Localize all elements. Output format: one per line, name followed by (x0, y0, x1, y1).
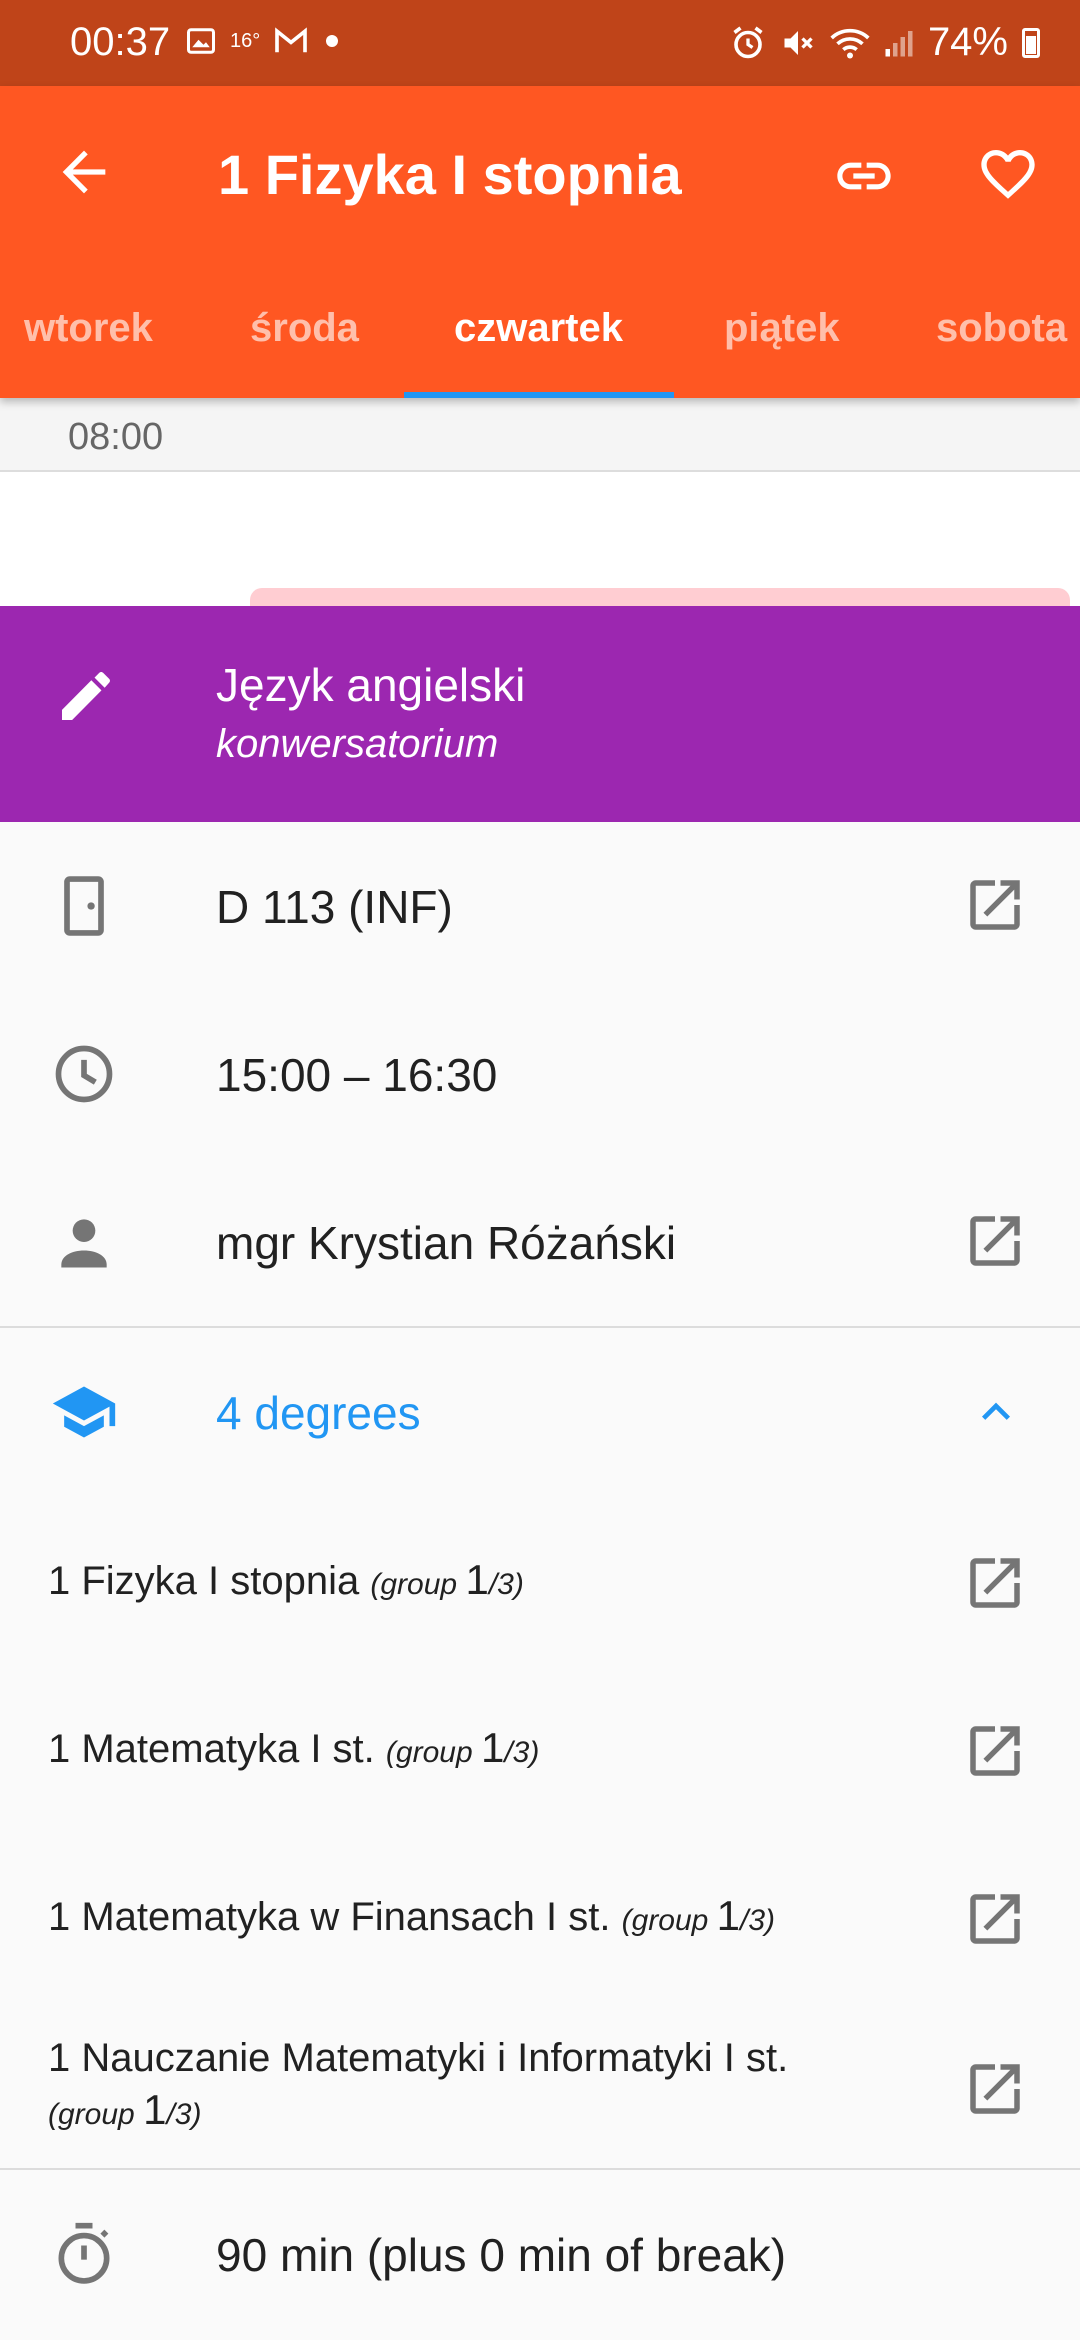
open-external-icon[interactable] (962, 2056, 1028, 2122)
group-total: /3 (740, 1904, 766, 1937)
tab-czwartek[interactable]: czwartek (454, 306, 623, 351)
gmail-icon (275, 27, 308, 53)
page-title: 1 Fizyka I stopnia (218, 143, 682, 206)
open-external-icon[interactable] (962, 1718, 1028, 1784)
timer-icon (58, 2222, 110, 2284)
time-detail-row: 15:00 – 16:30 (0, 990, 1080, 1158)
duration-text: 90 min (plus 0 min of break) (216, 2229, 787, 2281)
group-number: 1 (465, 1556, 489, 1603)
degree-item[interactable]: 1 Matematyka w Finansach I st. (group 1/… (0, 1834, 1080, 2002)
image-icon (187, 28, 215, 54)
day-tabs: wtorek środa czwartek piątek sobota (0, 292, 1080, 398)
app-bar: 1 Fizyka I stopnia wtorek środa czwartek… (0, 86, 1080, 398)
degree-group: (group 1/3) (621, 1892, 776, 1939)
link-icon[interactable] (832, 144, 896, 208)
degree-text: 1 Matematyka I st. (group 1/3) (48, 1724, 539, 1772)
degree-text: 1 Matematyka w Finansach I st. (group 1/… (48, 1892, 775, 1940)
chevron-up-icon[interactable] (968, 1384, 1024, 1440)
degree-name: 1 Nauczanie Matematyki i Informatyki I s… (48, 2036, 789, 2080)
open-external-icon[interactable] (962, 1550, 1028, 1616)
battery-percent: 74% (927, 20, 1008, 64)
open-external-icon[interactable] (962, 1208, 1028, 1274)
degree-name: 1 Fizyka I stopnia (48, 1559, 360, 1603)
room-row[interactable]: D 113 (INF) (0, 822, 1080, 990)
tab-sroda[interactable]: środa (250, 306, 359, 351)
degree-group: (group 1/3) (385, 1724, 540, 1771)
degree-item[interactable]: 1 Nauczanie Matematyki i Informatyki I s… (0, 2002, 1080, 2168)
teacher-row[interactable]: mgr Krystian Różański (0, 1158, 1080, 1326)
group-number: 1 (143, 2086, 167, 2133)
degrees-toggle-row[interactable]: 4 degrees (0, 1328, 1080, 1498)
status-bar: 00:37 16° 74% (0, 0, 1080, 86)
person-icon (61, 1219, 107, 1268)
teacher-text: mgr Krystian Różański (216, 1217, 677, 1269)
course-type: konwersatorium (216, 722, 499, 766)
group-word: group (58, 2098, 135, 2131)
degree-name: 1 Matematyka w Finansach I st. (48, 1895, 611, 1939)
tab-indicator (404, 392, 674, 398)
room-text: D 113 (INF) (216, 881, 453, 933)
group-word: group (631, 1904, 709, 1937)
signal-icon (885, 30, 913, 56)
degree-group: (group 1/3) (48, 2086, 202, 2133)
mute-icon (784, 30, 813, 55)
pencil-icon (62, 672, 110, 720)
group-total: /3 (166, 2098, 192, 2131)
degree-text: 1 Nauczanie Matematyki i Informatyki I s… (48, 2032, 908, 2141)
tab-piatek[interactable]: piątek (724, 306, 840, 351)
status-time: 00:37 (70, 20, 171, 64)
degree-group: (group 1/3) (370, 1556, 524, 1603)
group-total: /3 (504, 1736, 530, 1769)
degree-item[interactable]: 1 Matematyka I st. (group 1/3) (0, 1666, 1080, 1834)
time-row: 08:00 (0, 398, 1080, 472)
clock-icon (55, 1045, 113, 1103)
course-name: Język angielski (216, 659, 526, 711)
group-total: /3 (488, 1568, 514, 1601)
course-header: Język angielski konwersatorium (0, 606, 1080, 822)
time-label: 08:00 (68, 416, 164, 458)
school-icon (52, 1386, 116, 1438)
back-arrow-icon[interactable] (52, 140, 116, 204)
status-right-icons: 74% (730, 20, 1040, 65)
open-external-icon[interactable] (962, 1886, 1028, 1952)
heart-icon[interactable] (976, 142, 1040, 206)
battery-icon (1022, 27, 1040, 58)
duration-row: 90 min (plus 0 min of break) (0, 2170, 1080, 2340)
group-word: group (380, 1568, 458, 1601)
door-icon (64, 876, 104, 936)
degree-item[interactable]: 1 Fizyka I stopnia (group 1/3) (0, 1498, 1080, 1666)
tab-sobota[interactable]: sobota (936, 306, 1067, 351)
group-number: 1 (716, 1892, 741, 1939)
group-number: 1 (480, 1724, 505, 1771)
degree-text: 1 Fizyka I stopnia (group 1/3) (48, 1556, 524, 1604)
tab-wtorek[interactable]: wtorek (24, 306, 153, 351)
degrees-count: 4 degrees (216, 1387, 421, 1439)
group-word: group (395, 1736, 473, 1769)
dot-icon (326, 35, 339, 47)
timeline[interactable]: 08:00 (0, 398, 1080, 618)
open-external-icon[interactable] (962, 872, 1028, 938)
temperature: 16° (230, 29, 261, 52)
time-text: 15:00 – 16:30 (216, 1049, 498, 1101)
wifi-icon (830, 28, 870, 58)
degree-name: 1 Matematyka I st. (48, 1727, 375, 1771)
status-left-icons: 16° (186, 26, 342, 56)
alarm-icon (733, 26, 763, 58)
